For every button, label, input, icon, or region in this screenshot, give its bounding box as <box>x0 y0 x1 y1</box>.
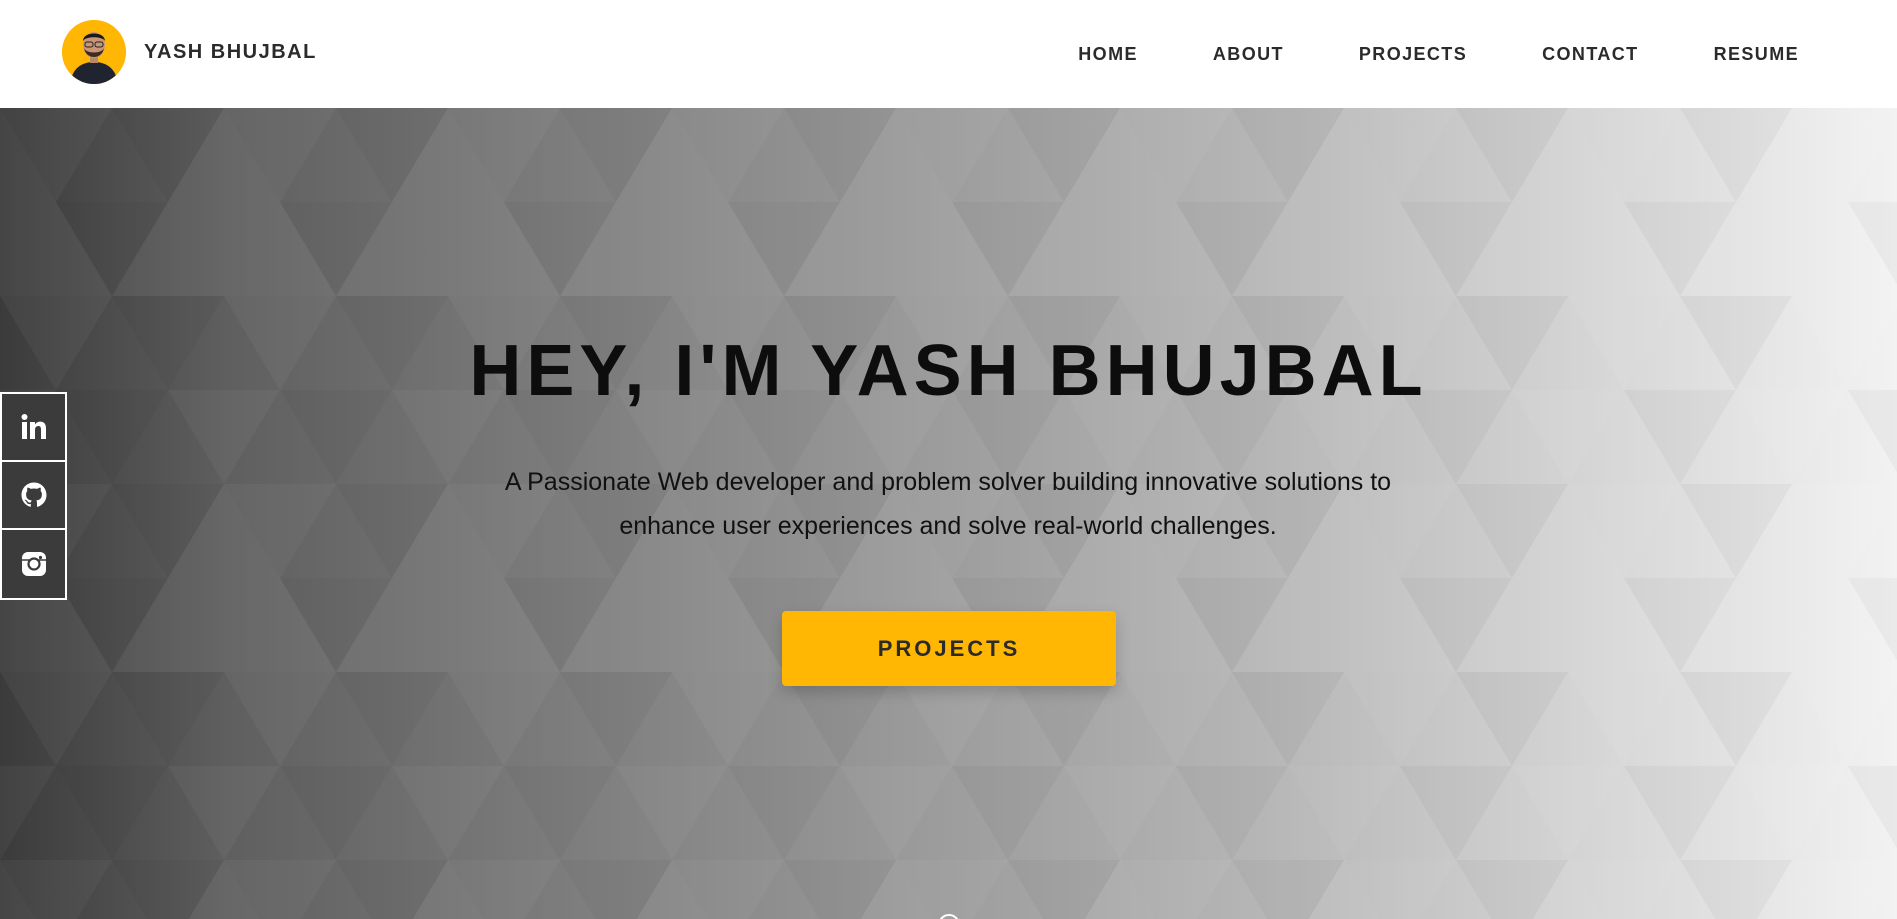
main-nav: HOME ABOUT PROJECTS CONTACT RESUME <box>1078 0 1799 108</box>
nav-about[interactable]: ABOUT <box>1213 44 1284 65</box>
social-sidebar <box>0 392 67 600</box>
nav-resume[interactable]: RESUME <box>1714 44 1799 65</box>
instagram-icon <box>21 552 46 576</box>
brand-name: YASH BHUJBAL <box>144 40 317 63</box>
linkedin-link[interactable] <box>2 394 65 462</box>
nav-projects[interactable]: PROJECTS <box>1359 44 1467 65</box>
github-link[interactable] <box>2 462 65 530</box>
avatar <box>62 20 126 84</box>
nav-home[interactable]: HOME <box>1078 44 1138 65</box>
hero-subtitle: A Passionate Web developer and problem s… <box>448 460 1448 548</box>
hero-subtitle-line-2: enhance user experiences and solve real-… <box>619 512 1277 540</box>
hero-section: HEY, I'M YASH BHUJBAL A Passionate Web d… <box>0 108 1897 919</box>
brand[interactable]: YASH BHUJBAL <box>62 20 317 84</box>
projects-button[interactable]: PROJECTS <box>782 611 1116 686</box>
hero-subtitle-line-1: A Passionate Web developer and problem s… <box>504 468 1392 496</box>
site-header: YASH BHUJBAL HOME ABOUT PROJECTS CONTACT… <box>0 0 1897 108</box>
github-icon <box>21 482 46 507</box>
profile-photo-icon <box>62 20 126 84</box>
nav-contact[interactable]: CONTACT <box>1542 44 1638 65</box>
instagram-link[interactable] <box>2 530 65 598</box>
linkedin-icon <box>21 414 46 439</box>
hero-title: HEY, I'M YASH BHUJBAL <box>469 331 1428 411</box>
